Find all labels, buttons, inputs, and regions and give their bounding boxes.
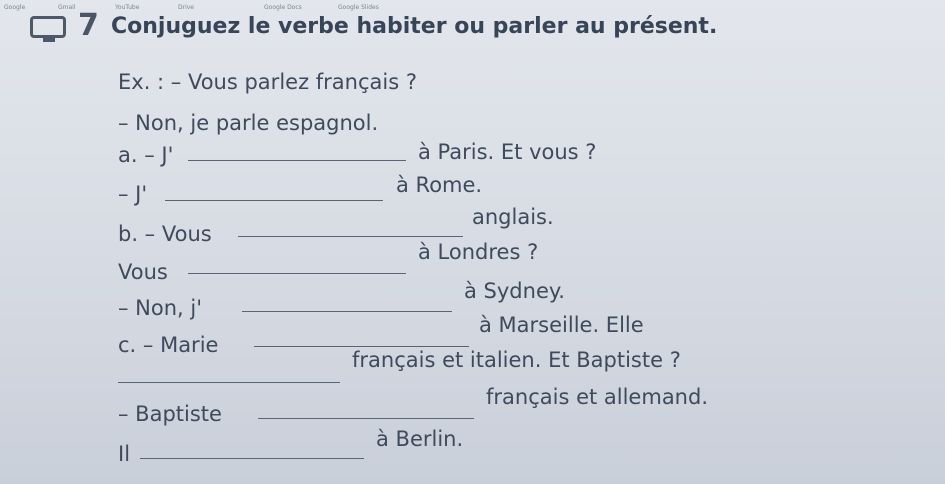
item-b3-suffix: à Sydney. xyxy=(464,279,565,303)
item-c3-prefix: – Baptiste xyxy=(118,402,222,426)
item-b-suffix: anglais. xyxy=(472,205,554,229)
item-a-prefix: a. – J' xyxy=(118,143,174,167)
example-line-1: Ex. : – Vous parlez français ? xyxy=(118,70,417,94)
item-b2-prefix: Vous xyxy=(118,260,168,284)
answer-blank[interactable] xyxy=(238,236,463,237)
bookmark-drive[interactable]: Drive xyxy=(178,4,194,11)
answer-blank[interactable] xyxy=(165,200,383,201)
answer-blank[interactable] xyxy=(188,273,406,274)
bookmark-youtube[interactable]: YouTube xyxy=(115,4,139,11)
item-c-prefix: c. – Marie xyxy=(118,333,219,357)
item-c3-suffix: français et allemand. xyxy=(486,385,708,409)
bookmark-google-slides[interactable]: Google Slides xyxy=(338,4,379,11)
item-c4-suffix: à Berlin. xyxy=(376,427,464,451)
answer-blank[interactable] xyxy=(242,311,452,312)
item-a2-prefix: – J' xyxy=(118,182,148,206)
exercise-title: Conjuguez le verbe habiter ou parler au … xyxy=(111,14,718,39)
answer-blank[interactable] xyxy=(258,418,474,419)
item-b3-prefix: – Non, j' xyxy=(118,296,202,320)
bookmark-google-docs[interactable]: Google Docs xyxy=(264,4,302,11)
item-b2-suffix: à Londres ? xyxy=(418,240,539,264)
bookmark-gmail[interactable]: Gmail xyxy=(58,4,76,11)
item-c4-prefix: Il xyxy=(118,442,131,466)
example-line-2: – Non, je parle espagnol. xyxy=(118,111,379,135)
item-a2-suffix: à Rome. xyxy=(396,173,483,197)
answer-blank[interactable] xyxy=(140,458,364,459)
item-c2-suffix: français et italien. Et Baptiste ? xyxy=(352,348,681,372)
answer-blank[interactable] xyxy=(254,346,469,347)
bookmark-google[interactable]: Google xyxy=(4,4,25,11)
screen-icon xyxy=(30,16,66,42)
answer-blank[interactable] xyxy=(118,382,340,383)
item-c-suffix: à Marseille. Elle xyxy=(479,313,644,337)
exercise-number: 7 xyxy=(78,8,99,43)
item-b-prefix: b. – Vous xyxy=(118,222,212,246)
answer-blank[interactable] xyxy=(188,160,406,161)
item-a-suffix: à Paris. Et vous ? xyxy=(418,140,597,164)
